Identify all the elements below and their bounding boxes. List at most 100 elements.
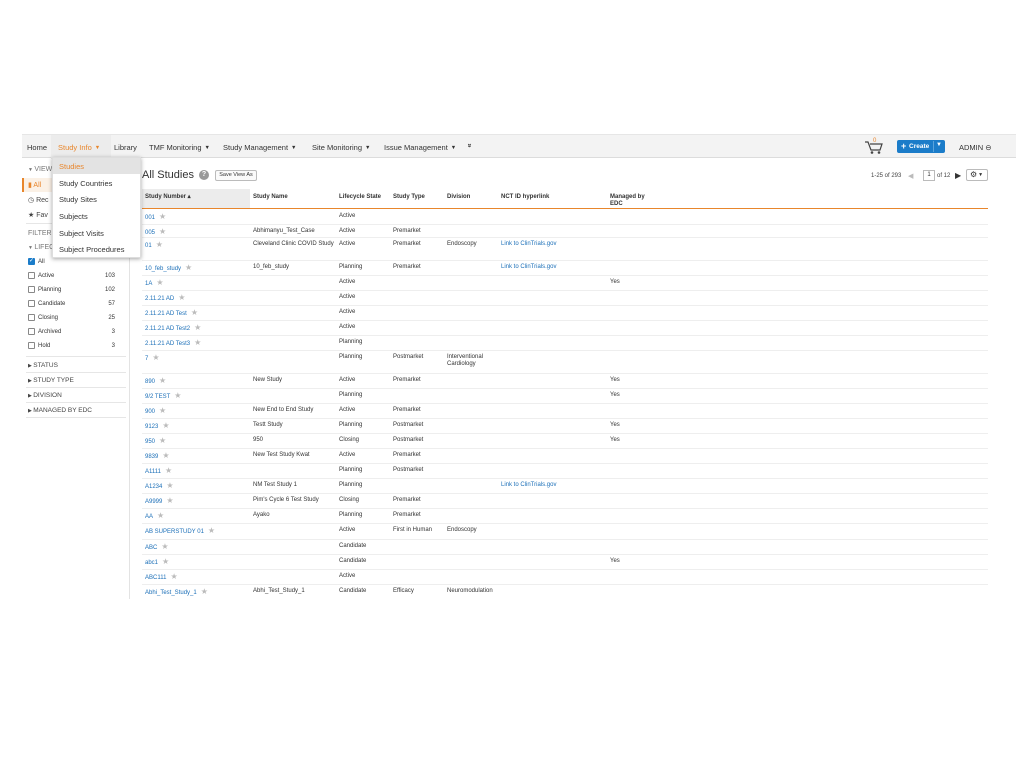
save-view-as-button[interactable]: Save View As [215,170,257,181]
favorite-star-icon[interactable]: ★ [159,436,166,445]
table-row[interactable]: 10_feb_study ★ 10_feb_study Planning Premark… [142,261,988,276]
nav-tmf-monitoring[interactable]: TMF Monitoring ▼ [149,143,210,152]
view-favorites[interactable]: ★ Fav [28,211,48,219]
table-row[interactable]: AB SUPERSTUDY 01 ★ Active First in Human End… [142,524,988,540]
filter-status[interactable]: ▶ STATUS [28,362,58,369]
table-row[interactable]: 2.11.21 AD Test2 ★ Active [142,321,988,336]
table-row[interactable]: A9999 ★ Pim's Cycle 6 Test Study Closing Pre… [142,494,988,509]
view-recent[interactable]: ◷ Rec [28,196,49,204]
favorite-star-icon[interactable]: ★ [159,227,166,236]
table-row[interactable]: 890 ★ New Study Active Premarket Yes [142,374,988,389]
views-section-header[interactable]: ▼ VIEW [28,166,52,173]
study-number-link[interactable]: A1234 [145,484,162,490]
dropdown-item-subject-visits[interactable]: Subject Visits [53,225,140,241]
study-number-link[interactable]: ABC [145,545,157,551]
favorite-star-icon[interactable]: ★ [159,406,166,415]
study-number-link[interactable]: 2.11.21 AD Test3 [145,341,190,347]
table-row[interactable]: abc1 ★ Candidate Yes [142,555,988,570]
table-row[interactable]: 9/2 TEST ★ Planning Yes [142,389,988,404]
favorite-star-icon[interactable]: ★ [185,263,192,272]
favorite-star-icon[interactable]: ★ [152,353,159,362]
study-number-link[interactable]: 001 [145,215,155,221]
chevron-down-icon[interactable]: ▼ [936,142,942,148]
help-icon[interactable]: ? [199,170,209,180]
favorite-star-icon[interactable]: ★ [194,323,201,332]
nav-site-monitoring[interactable]: Site Monitoring ▼ [312,143,370,152]
nav-study-management[interactable]: Study Management ▼ [223,143,297,152]
study-number-link[interactable]: 2.11.21 AD Test2 [145,326,190,332]
lifecycle-filter-header[interactable]: ▼ LIFEC [28,244,54,251]
checkbox[interactable] [28,328,35,335]
table-row[interactable]: 1A ★ Active Yes [142,276,988,291]
study-number-link[interactable]: 9123 [145,424,158,430]
table-row[interactable]: 7 ★ Planning Postmarket Interventional Cardi… [142,351,988,374]
favorite-star-icon[interactable]: ★ [208,526,215,535]
table-row[interactable]: 950 ★ 950 Closing Postmarket Yes [142,434,988,449]
table-row[interactable]: A1111 ★ Planning Postmarket [142,464,988,479]
next-page-icon[interactable]: ▶ [955,171,961,180]
view-all[interactable]: ▮ All [28,181,41,189]
study-number-link[interactable]: A1111 [145,469,161,475]
column-header-lifecycle-state[interactable]: Lifecycle State [336,189,390,208]
create-button[interactable]: + Create ▼ [897,140,945,153]
favorite-star-icon[interactable]: ★ [162,451,169,460]
table-row[interactable]: 2.11.21 AD Test3 ★ Planning [142,336,988,351]
column-header-study-type[interactable]: Study Type [390,189,444,208]
column-header-study-number[interactable]: Study Number ▴ [142,189,250,208]
table-row[interactable]: AA ★ Ayako Planning Premarket [142,509,988,524]
favorite-star-icon[interactable]: ★ [159,212,166,221]
nav-home[interactable]: Home [27,143,47,152]
nav-study-info[interactable]: Study Info ▼ [58,143,100,152]
favorite-star-icon[interactable]: ★ [166,481,173,490]
favorite-star-icon[interactable]: ★ [159,376,166,385]
favorite-star-icon[interactable]: ★ [156,278,163,287]
study-number-link[interactable]: 950 [145,439,155,445]
dropdown-item-subjects[interactable]: Subjects [53,208,140,224]
dropdown-item-study-countries[interactable]: Study Countries [53,175,140,191]
study-number-link[interactable]: 9839 [145,454,158,460]
column-header-division[interactable]: Division [444,189,498,208]
study-number-link[interactable]: 7 [145,356,148,362]
dropdown-item-subject-procedures[interactable]: Subject Procedures [53,241,140,257]
table-row[interactable]: 9123 ★ Testt Study Planning Postmarket Yes [142,419,988,434]
user-menu[interactable]: ADMIN ⊖ [959,143,992,152]
column-header-study-name[interactable]: Study Name [250,189,336,208]
study-number-link[interactable]: ABC111 [145,575,166,581]
checkbox[interactable] [28,286,35,293]
favorite-star-icon[interactable]: ★ [194,338,201,347]
nct-cell[interactable]: Link to ClinTrials.gov [501,241,606,248]
dropdown-item-study-sites[interactable]: Study Sites [53,191,140,207]
column-header-managed-by-edc[interactable]: Managed by EDC [607,189,661,208]
table-row[interactable]: Abhi_Test_Study_1 ★ Abhi_Test_Study_1 Candi… [142,585,988,599]
table-row[interactable]: 2.11.21 AD Test ★ Active [142,306,988,321]
table-row[interactable]: A1234 ★ NM Test Study 1 Planning Link to Cli… [142,479,988,494]
favorite-star-icon[interactable]: ★ [161,542,168,551]
filter-study-type[interactable]: ▶ STUDY TYPE [28,377,74,384]
favorite-star-icon[interactable]: ★ [156,240,163,249]
study-number-link[interactable]: abc1 [145,560,158,566]
checkbox[interactable] [28,272,35,279]
study-number-link[interactable]: 2.11.21 AD [145,296,174,302]
favorite-star-icon[interactable]: ★ [157,511,164,520]
table-row[interactable]: 001 ★ Active [142,210,988,225]
favorite-star-icon[interactable]: ★ [165,466,172,475]
favorite-star-icon[interactable]: ★ [174,391,181,400]
study-number-link[interactable]: 10_feb_study [145,266,181,272]
study-number-link[interactable]: A9999 [145,499,162,505]
favorite-star-icon[interactable]: ★ [162,557,169,566]
favorite-star-icon[interactable]: ★ [166,496,173,505]
study-number-link[interactable]: AA [145,514,153,520]
nct-cell[interactable]: Link to ClinTrials.gov [501,264,606,271]
table-row[interactable]: 2.11.21 AD ★ Active [142,291,988,306]
study-number-link[interactable]: 900 [145,409,155,415]
table-row[interactable]: 900 ★ New End to End Study Active Premarket [142,404,988,419]
study-number-link[interactable]: 9/2 TEST [145,394,170,400]
nav-issue-management[interactable]: Issue Management ▼ [384,143,456,152]
favorite-star-icon[interactable]: ★ [178,293,185,302]
study-number-link[interactable]: 01 [145,243,152,249]
favorite-star-icon[interactable]: ★ [170,572,177,581]
settings-button[interactable]: ⚙▼ [966,169,988,181]
table-row[interactable]: 01 ★ Cleveland Clinic COVID Study Active Pre… [142,238,988,261]
nav-library[interactable]: Library [114,143,137,152]
study-number-link[interactable]: 2.11.21 AD Test [145,311,187,317]
